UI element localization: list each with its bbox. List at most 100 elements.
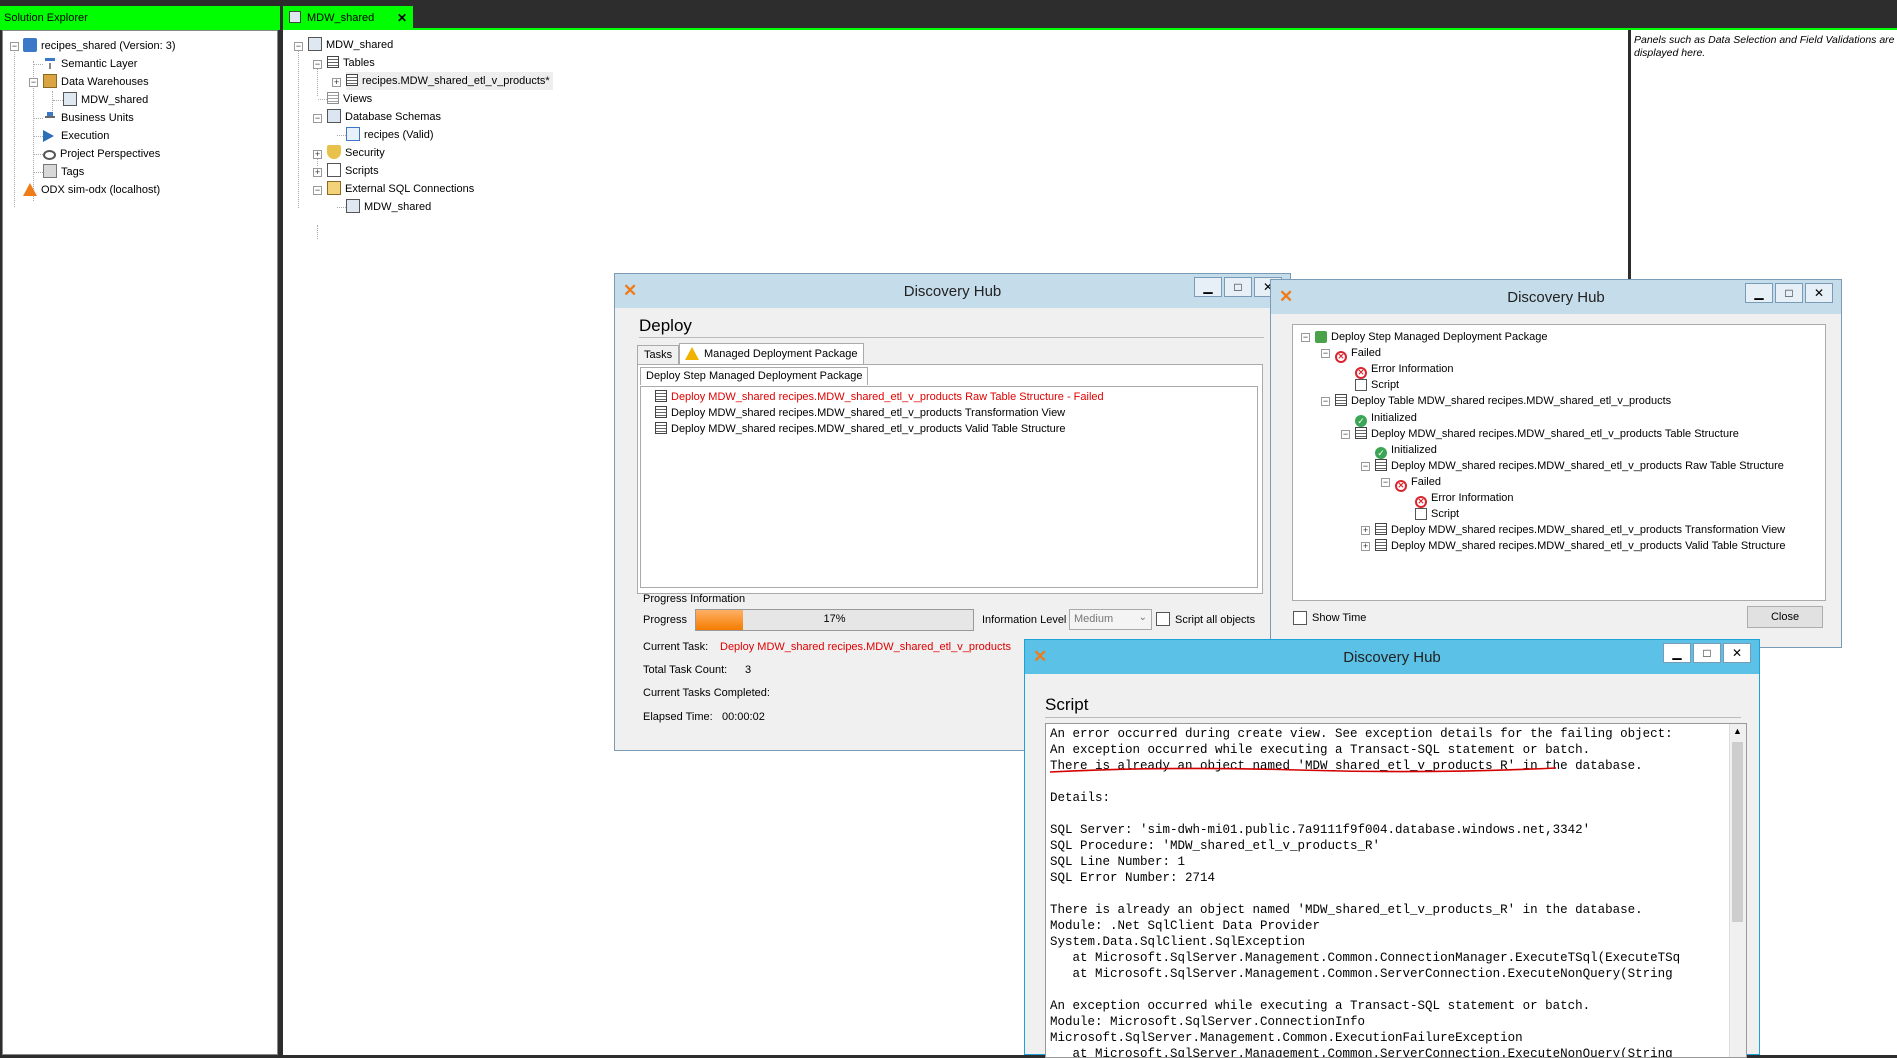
window-title-bar[interactable]: ✕ Discovery Hub ▁ □ ✕ bbox=[615, 274, 1290, 308]
table-icon bbox=[346, 74, 358, 86]
collapse-toggle[interactable]: − bbox=[294, 42, 303, 51]
vertical-scrollbar[interactable]: ▲ bbox=[1729, 724, 1746, 1057]
script-line: Details: bbox=[1050, 791, 1111, 805]
close-tab-icon[interactable]: ✕ bbox=[397, 10, 407, 26]
table-icon bbox=[1355, 426, 1367, 439]
tree-item-odx[interactable]: ODX sim-odx (localhost) bbox=[23, 181, 160, 199]
scrollbar-thumb[interactable] bbox=[1732, 742, 1743, 922]
expand-toggle[interactable]: + bbox=[1361, 526, 1370, 536]
deployment-detail-window: ✕ Discovery Hub ▁ □ ✕ − Deploy Step Manag… bbox=[1270, 279, 1842, 648]
tree-item-security[interactable]: Security bbox=[327, 144, 385, 162]
tree-item-mdw-shared[interactable]: MDW_shared bbox=[63, 91, 148, 109]
task-list-item[interactable]: Deploy MDW_shared recipes.MDW_shared_etl… bbox=[655, 390, 1104, 403]
minimize-button[interactable]: ▁ bbox=[1745, 283, 1773, 303]
table-icon bbox=[1375, 458, 1387, 471]
table-icon bbox=[655, 406, 667, 418]
solution-explorer-header: Solution Explorer bbox=[0, 6, 280, 30]
script-line: at Microsoft.SqlServer.Management.Common… bbox=[1050, 951, 1681, 965]
tree-item-execution[interactable]: Execution bbox=[43, 127, 109, 145]
tree-item-recipes-schema[interactable]: recipes (Valid) bbox=[346, 126, 434, 144]
tab-mdw-shared[interactable]: MDW_shared ✕ bbox=[283, 6, 413, 30]
collapse-toggle[interactable]: − bbox=[10, 42, 19, 51]
maximize-button[interactable]: □ bbox=[1224, 277, 1252, 297]
external-connection-icon bbox=[327, 181, 341, 195]
maximize-button[interactable]: □ bbox=[1693, 643, 1721, 663]
collapse-toggle[interactable]: − bbox=[1321, 349, 1330, 359]
script-line: Microsoft.SqlServer.Management.Common.Ex… bbox=[1050, 1031, 1523, 1045]
script-line: System.Data.SqlClient.SqlException bbox=[1050, 935, 1306, 949]
table-icon bbox=[655, 390, 667, 402]
warning-icon bbox=[685, 347, 699, 360]
tree-item-scripts[interactable]: Scripts bbox=[327, 162, 379, 180]
tree-item-views[interactable]: Views bbox=[327, 90, 372, 108]
database-icon bbox=[308, 37, 322, 51]
panel-note: Panels such as Data Selection and Field … bbox=[1634, 34, 1895, 59]
tree-item-external-sql[interactable]: External SQL Connections bbox=[327, 180, 474, 198]
tree-item-solution[interactable]: recipes_shared (Version: 3) bbox=[23, 37, 176, 55]
database-icon bbox=[63, 92, 77, 106]
error-underline bbox=[1049, 767, 1557, 773]
tree-item-business-units[interactable]: Business Units bbox=[43, 109, 134, 127]
script-all-label: Script all objects bbox=[1175, 614, 1256, 626]
current-task-label: Current Task: bbox=[643, 641, 709, 653]
info-level-select[interactable]: Medium ⌄ bbox=[1069, 609, 1152, 630]
maximize-button[interactable]: □ bbox=[1775, 283, 1803, 303]
scripts-icon bbox=[327, 163, 341, 177]
window-title-bar[interactable]: ✕ Discovery Hub ▁ □ ✕ bbox=[1025, 640, 1759, 674]
deployment-tree-item[interactable]: Deploy MDW_shared recipes.MDW_shared_etl… bbox=[1375, 537, 1786, 555]
script-line: An exception occurred while executing a … bbox=[1050, 999, 1591, 1013]
expand-toggle[interactable]: + bbox=[332, 78, 341, 87]
task-list-item[interactable]: Deploy MDW_shared recipes.MDW_shared_etl… bbox=[655, 422, 1066, 435]
database-icon bbox=[289, 11, 301, 23]
tree-item-semantic-layer[interactable]: Semantic Layer bbox=[43, 55, 137, 73]
collapse-toggle[interactable]: − bbox=[1321, 397, 1330, 407]
scroll-up-arrow[interactable]: ▲ bbox=[1733, 726, 1742, 736]
close-dialog-button[interactable]: Close bbox=[1747, 606, 1823, 628]
schema-icon bbox=[346, 127, 360, 141]
close-button[interactable]: ✕ bbox=[1723, 643, 1751, 663]
tree-item-tags[interactable]: Tags bbox=[43, 163, 84, 181]
script-line: SQL Error Number: 2714 bbox=[1050, 871, 1216, 885]
show-time-checkbox[interactable] bbox=[1293, 611, 1307, 625]
tree-item-tables[interactable]: Tables bbox=[327, 54, 375, 72]
minimize-button[interactable]: ▁ bbox=[1194, 277, 1222, 297]
table-icon bbox=[1375, 523, 1387, 536]
views-icon bbox=[327, 92, 339, 104]
subtab-deploy-step[interactable]: Deploy Step Managed Deployment Package bbox=[640, 367, 869, 385]
script-line: SQL Server: 'sim-dwh-mi01.public.7a9111f… bbox=[1050, 823, 1591, 837]
tree-item-products-table[interactable]: recipes.MDW_shared_etl_v_products* bbox=[346, 72, 553, 90]
script-page-icon bbox=[1415, 508, 1427, 521]
collapse-toggle[interactable]: − bbox=[29, 78, 38, 87]
task-list-item[interactable]: Deploy MDW_shared recipes.MDW_shared_etl… bbox=[655, 406, 1065, 419]
collapse-toggle[interactable]: − bbox=[313, 186, 322, 195]
database-icon bbox=[346, 199, 360, 213]
collapse-toggle[interactable]: − bbox=[1381, 477, 1390, 487]
table-icon bbox=[655, 422, 667, 434]
tab-tasks[interactable]: Tasks bbox=[637, 345, 680, 365]
tree-item-mdw-shared-root[interactable]: MDW_shared bbox=[308, 36, 393, 54]
window-title-bar[interactable]: ✕ Discovery Hub ▁ □ ✕ bbox=[1271, 280, 1841, 314]
tree-item-database-schemas[interactable]: Database Schemas bbox=[327, 108, 441, 126]
script-textbox[interactable]: An error occurred during create view. Se… bbox=[1045, 723, 1747, 1058]
window-title: Discovery Hub bbox=[903, 283, 1002, 300]
tab-content: Deploy Step Managed Deployment Package D… bbox=[637, 364, 1263, 594]
expand-toggle[interactable]: + bbox=[1361, 542, 1370, 552]
collapse-toggle[interactable]: − bbox=[1361, 461, 1370, 471]
expand-toggle[interactable]: + bbox=[313, 168, 322, 177]
tab-managed-deployment[interactable]: Managed Deployment Package bbox=[679, 343, 865, 365]
collapse-toggle[interactable]: − bbox=[1301, 333, 1310, 342]
collapse-toggle[interactable]: − bbox=[313, 114, 322, 123]
tree-item-data-warehouses[interactable]: Data Warehouses bbox=[43, 73, 149, 91]
tree-item-project-perspectives[interactable]: Project Perspectives bbox=[43, 145, 160, 163]
tree-item-external-mdw[interactable]: MDW_shared bbox=[346, 198, 431, 216]
business-units-icon bbox=[43, 110, 57, 124]
expand-toggle[interactable]: + bbox=[313, 150, 322, 159]
minimize-button[interactable]: ▁ bbox=[1663, 643, 1691, 663]
progress-group-label: Progress Information bbox=[643, 593, 746, 605]
close-button[interactable]: ✕ bbox=[1805, 283, 1833, 303]
script-all-checkbox[interactable] bbox=[1156, 612, 1170, 626]
odx-icon bbox=[23, 183, 37, 196]
collapse-toggle[interactable]: − bbox=[1341, 429, 1350, 439]
collapse-toggle[interactable]: − bbox=[313, 60, 322, 69]
package-icon bbox=[1315, 331, 1327, 343]
